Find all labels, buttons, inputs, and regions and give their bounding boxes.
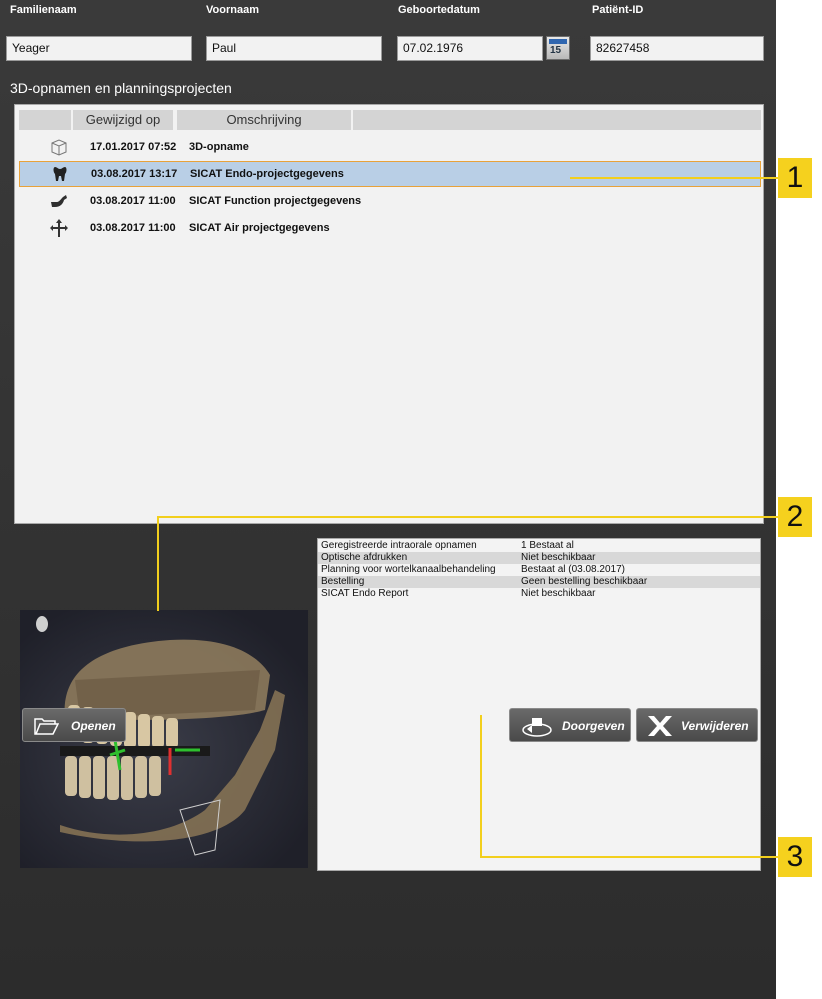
row-date: 03.08.2017 11:00 [90,195,176,207]
details-row: Optische afdrukken Niet beschikbaar [318,552,760,564]
list-item[interactable]: 03.08.2017 11:00 SICAT Function projectg… [19,188,761,214]
details-value: Niet beschikbaar [521,552,596,563]
delete-label: Verwijderen [681,719,749,733]
delete-x-icon [648,716,672,736]
callout-line-2 [157,516,778,518]
geboortedatum-field[interactable]: 07.02.1976 [397,36,543,61]
details-key: Bestelling [321,576,365,587]
voornaam-label: Voornaam [206,4,259,16]
row-description: 3D-opname [189,141,249,153]
list-item[interactable]: 17.01.2017 07:52 3D-opname [19,134,761,160]
callout-1: 1 [778,158,812,198]
details-key: Geregistreerde intraorale opnamen [321,540,477,551]
calendar-icon [549,39,567,44]
details-row: Bestelling Geen bestelling beschikbaar [318,576,760,588]
calendar-day: 15 [550,45,562,56]
calendar-button[interactable]: 15 [546,36,570,60]
details-table: Geregistreerde intraorale opnamen 1 Best… [317,538,761,871]
jaw-icon [51,195,67,207]
details-value: Niet beschikbaar [521,588,596,599]
studies-list: Gewijzigd op Omschrijving 17.01.2017 07:… [14,104,764,524]
column-header-description[interactable]: Omschrijving [177,110,351,130]
patient-id-field[interactable]: 82627458 [590,36,764,61]
familienaam-label: Familienaam [10,4,77,16]
callout-2: 2 [778,497,812,537]
forward-button[interactable]: Doorgeven [509,708,631,742]
callout-3: 3 [778,837,812,877]
row-description: SICAT Function projectgegevens [189,195,362,207]
airway-icon [50,219,68,237]
voornaam-field[interactable]: Paul [206,36,382,61]
callout-line-2-vertical [157,516,159,611]
list-item[interactable]: 03.08.2017 11:00 SICAT Air projectgegeve… [19,215,761,241]
column-header-date[interactable]: Gewijzigd op [73,110,173,130]
list-item-selected[interactable]: 03.08.2017 13:17 SICAT Endo-projectgegev… [19,161,761,187]
geboortedatum-label: Geboortedatum [398,4,480,16]
row-description: SICAT Endo-projectgegevens [190,168,344,180]
delete-button[interactable]: Verwijderen [636,708,758,742]
row-description: SICAT Air projectgegevens [189,222,330,234]
callout-line-3 [480,856,778,858]
section-title: 3D-opnamen en planningsprojecten [10,80,232,96]
details-value: Geen bestelling beschikbaar [521,576,648,587]
row-date: 03.08.2017 13:17 [91,168,178,180]
details-row: SICAT Endo Report Niet beschikbaar [318,588,760,600]
patient-id-label: Patiënt-ID [592,4,644,16]
folder-open-icon [34,718,59,735]
open-button[interactable]: Openen [22,708,126,742]
details-key: Optische afdrukken [321,552,408,563]
callout-line-1 [570,177,778,179]
tooth-icon [53,167,67,181]
patient-window: Familienaam Yeager Voornaam Paul Geboort… [0,0,776,999]
cube-icon [51,139,67,156]
forward-icon [522,718,552,737]
orientation-head-icon [36,616,48,632]
details-key: SICAT Endo Report [321,588,409,599]
familienaam-field[interactable]: Yeager [6,36,192,61]
forward-label: Doorgeven [562,719,625,733]
open-label: Openen [71,719,116,733]
details-key: Planning voor wortelkanaalbehandeling [321,564,496,575]
column-header-icon[interactable] [19,110,71,130]
details-row: Planning voor wortelkanaalbehandeling Be… [318,564,760,576]
callout-line-3-vertical [480,715,482,856]
row-date: 03.08.2017 11:00 [90,222,176,234]
details-value: Bestaat al (03.08.2017) [521,564,625,575]
column-header-filler [353,110,761,130]
row-date: 17.01.2017 07:52 [90,141,177,153]
details-row: Geregistreerde intraorale opnamen 1 Best… [318,540,760,552]
details-value: 1 Bestaat al [521,540,574,551]
